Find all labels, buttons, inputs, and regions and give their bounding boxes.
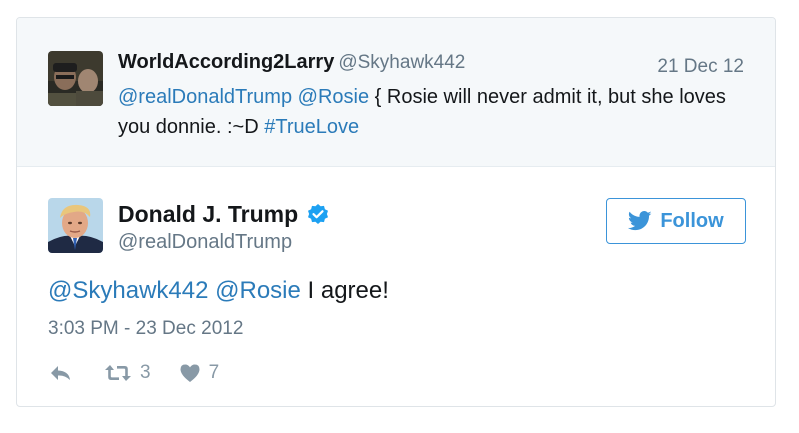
heart-icon <box>180 364 200 382</box>
reply-button[interactable] <box>48 363 74 383</box>
retweet-button[interactable]: 3 <box>104 362 151 384</box>
reply-icon <box>51 366 70 380</box>
retweet-count: 3 <box>140 362 151 383</box>
twitter-bird-icon <box>628 211 652 231</box>
author-avatar[interactable] <box>48 198 103 253</box>
follow-button[interactable]: Follow <box>606 198 746 244</box>
tweet-body-text: I agree! <box>300 277 389 304</box>
tweet-actions: 3 7 <box>48 358 219 388</box>
quoted-tweet-date[interactable]: 21 Dec 12 <box>657 56 744 78</box>
hashtag-link[interactable]: #TrueLove <box>264 116 359 138</box>
mention-link[interactable]: @Skyhawk442 <box>48 277 208 304</box>
like-button[interactable]: 7 <box>179 362 220 384</box>
embedded-tweet-card: WorldAccording2Larry @Skyhawk442 21 Dec 1… <box>16 17 776 407</box>
verified-badge-icon <box>306 203 330 227</box>
like-count: 7 <box>208 362 220 383</box>
retweet-icon <box>105 365 131 381</box>
quoted-tweet[interactable]: WorldAccording2Larry @Skyhawk442 21 Dec 1… <box>17 18 775 167</box>
quoted-author-name[interactable]: WorldAccording2Larry <box>118 51 334 73</box>
mention-link[interactable]: @realDonaldTrump <box>118 86 292 108</box>
tweet-text: @Skyhawk442 @Rosie I agree! <box>48 277 389 305</box>
follow-label: Follow <box>660 209 724 232</box>
quoted-author-avatar[interactable] <box>48 51 103 106</box>
quoted-author-line: WorldAccording2Larry @Skyhawk442 <box>118 51 465 74</box>
quoted-author-handle[interactable]: @Skyhawk442 <box>338 52 465 73</box>
author-name-line: Donald J. Trump <box>118 201 330 228</box>
author-handle[interactable]: @realDonaldTrump <box>118 231 292 254</box>
mention-link[interactable]: @Rosie <box>215 277 301 304</box>
tweet-timestamp[interactable]: 3:03 PM - 23 Dec 2012 <box>48 318 243 340</box>
author-name[interactable]: Donald J. Trump <box>118 201 298 228</box>
quoted-tweet-text: @realDonaldTrump @Rosie { Rosie will nev… <box>118 82 738 142</box>
mention-link[interactable]: @Rosie <box>298 86 369 108</box>
